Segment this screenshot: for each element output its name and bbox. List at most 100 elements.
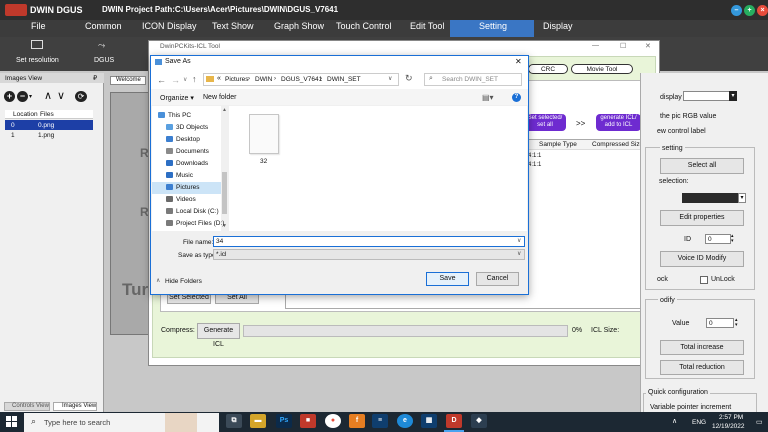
new-folder-button[interactable]: New folder (203, 94, 236, 101)
hide-folders-label[interactable]: Hide Folders (165, 278, 202, 285)
add-image-icon[interactable]: + (4, 91, 15, 102)
menu-setting[interactable]: Setting (479, 21, 507, 31)
file-item[interactable]: 32 (246, 112, 282, 170)
notification-icon[interactable]: ▭ (756, 418, 763, 426)
forward-icon[interactable]: → (171, 75, 180, 85)
column-files[interactable]: Files (40, 111, 54, 118)
move-down-icon[interactable]: ∨ (57, 89, 65, 102)
monitor-icon[interactable] (31, 40, 43, 49)
scroll-up-icon[interactable]: ▲ (222, 107, 227, 113)
menu-icon-display[interactable]: ICON Display (142, 21, 197, 31)
column-compressed-size[interactable]: Compressed Size (592, 141, 643, 148)
file-name-input[interactable] (213, 236, 525, 247)
dialog-close-icon[interactable]: ✕ (515, 57, 522, 66)
lock-label[interactable]: ock (657, 276, 668, 283)
help-icon[interactable]: ? (512, 93, 521, 102)
total-reduction-button[interactable]: Total reduction (660, 360, 744, 375)
address-dropdown-icon[interactable]: ∨ (388, 75, 392, 82)
tray-chevron-icon[interactable]: ∧ (672, 417, 677, 425)
app-icon[interactable]: ■ (300, 414, 316, 428)
column-sample-type[interactable]: Sample Type (539, 141, 577, 148)
clock-time[interactable]: 2:57 PM (719, 414, 743, 421)
recent-dropdown-icon[interactable]: ∨ (183, 76, 187, 83)
chevron-down-icon[interactable]: ▾ (729, 91, 737, 101)
view-options-icon[interactable]: ▤▾ (482, 93, 494, 102)
minimize-icon[interactable]: – (731, 5, 742, 16)
maximize-icon[interactable]: + (744, 5, 755, 16)
dgus-label[interactable]: DGUS (94, 57, 114, 64)
clock-date[interactable]: 12/19/2022 (712, 423, 745, 430)
breadcrumb-dwin[interactable]: DWIN (255, 76, 272, 83)
crc-button[interactable]: CRC (528, 64, 568, 74)
menu-text-show[interactable]: Text Show (212, 21, 254, 31)
id-input[interactable]: 0 (705, 234, 731, 244)
breadcrumb-dwin-set[interactable]: DWIN_SET (327, 76, 361, 83)
movie-tool-button[interactable]: Movie Tool (571, 64, 633, 74)
remove-image-icon[interactable]: − (17, 91, 28, 102)
value-stepper-icon[interactable]: ▴ ▾ (735, 318, 741, 328)
dgus-icon[interactable]: ⤳ (98, 40, 105, 51)
nav-item-desktop[interactable]: Desktop (166, 134, 200, 146)
nav-item-project-files[interactable]: Project Files (D:) (166, 218, 224, 230)
icl-minimize-icon[interactable]: — (592, 42, 599, 49)
app-icon[interactable]: ▦ (421, 414, 437, 428)
value-input[interactable]: 0 (706, 318, 734, 328)
nav-item-3d-objects[interactable]: 3D Objects (166, 122, 208, 134)
file-explorer-icon[interactable]: ▬ (250, 414, 266, 428)
select-all-button[interactable]: Select all (660, 158, 744, 174)
app-f-icon[interactable]: f (349, 414, 365, 428)
generate-icl-btn[interactable]: Generate ICL (197, 323, 240, 348)
start-button-icon[interactable] (6, 416, 18, 428)
move-up-icon[interactable]: ∧ (44, 89, 52, 102)
menu-file[interactable]: File (31, 21, 46, 31)
app-icon[interactable]: ≡ (372, 414, 388, 428)
back-icon[interactable]: ← (157, 75, 166, 85)
breadcrumb-dgus[interactable]: DGUS_V7641 (281, 76, 322, 83)
nav-item-local-disk[interactable]: Local Disk (C:) (166, 206, 219, 218)
icl-maximize-icon[interactable]: ☐ (620, 42, 626, 50)
icl-close-icon[interactable]: ✕ (645, 42, 651, 50)
menu-display[interactable]: Display (543, 21, 573, 31)
breadcrumb-pictures[interactable]: Pictures (225, 76, 248, 83)
id-stepper-icon[interactable]: ▴ ▾ (731, 234, 737, 244)
menu-touch-control[interactable]: Touch Control (336, 21, 392, 31)
cancel-button[interactable]: Cancel (476, 272, 519, 286)
organize-menu[interactable]: Organize ▾ (160, 94, 194, 102)
refresh-icon[interactable]: ↻ (405, 73, 413, 84)
chevron-down-icon[interactable]: ∨ (517, 250, 521, 257)
photoshop-icon[interactable]: Ps (276, 414, 292, 428)
pin-icon[interactable]: ₽ (93, 74, 97, 82)
chrome-icon[interactable]: ● (325, 414, 341, 428)
edge-icon[interactable]: e (397, 414, 413, 428)
save-as-type-select[interactable] (213, 249, 525, 260)
save-button[interactable]: Save (426, 272, 469, 286)
nav-item-downloads[interactable]: Downloads (166, 158, 208, 170)
chevron-down-icon[interactable]: ∨ (517, 237, 521, 244)
refresh-icon[interactable]: ⟳ (75, 91, 87, 102)
nav-item-pictures[interactable]: Pictures (166, 182, 199, 194)
lang-label[interactable]: ENG (692, 419, 706, 426)
nav-item-documents[interactable]: Documents (166, 146, 209, 158)
scroll-thumb[interactable] (222, 172, 227, 214)
selection-dropdown[interactable] (682, 193, 738, 203)
menu-edit-tool[interactable]: Edit Tool (410, 21, 444, 31)
unlock-label[interactable]: UnLock (711, 276, 735, 283)
menu-graph-show[interactable]: Graph Show (274, 21, 324, 31)
set-selected-button[interactable]: Set selected/ set all (524, 114, 566, 131)
app-icon[interactable]: ◆ (471, 414, 487, 428)
nav-item-this-pc[interactable]: This PC (158, 110, 191, 122)
dwin-taskbar-icon[interactable]: D (446, 414, 462, 428)
task-view-icon[interactable]: ⧉ (226, 414, 242, 428)
close-icon[interactable]: × (757, 5, 768, 16)
nav-item-videos[interactable]: Videos (166, 194, 196, 206)
column-location[interactable]: Location (13, 111, 38, 118)
dropdown-arrow-icon[interactable]: ▾ (29, 93, 32, 100)
unlock-checkbox[interactable] (700, 276, 708, 284)
menu-common[interactable]: Common (85, 21, 122, 31)
up-folder-icon[interactable]: ↑ (192, 74, 197, 84)
chevron-down-icon[interactable]: ▾ (738, 193, 746, 203)
voice-id-modify-button[interactable]: Voice ID Modify (660, 251, 744, 267)
edit-properties-button[interactable]: Edit properties (660, 210, 744, 226)
row-file[interactable]: 1.png (38, 132, 54, 139)
hide-folders-toggle[interactable]: ∧ (156, 277, 160, 284)
